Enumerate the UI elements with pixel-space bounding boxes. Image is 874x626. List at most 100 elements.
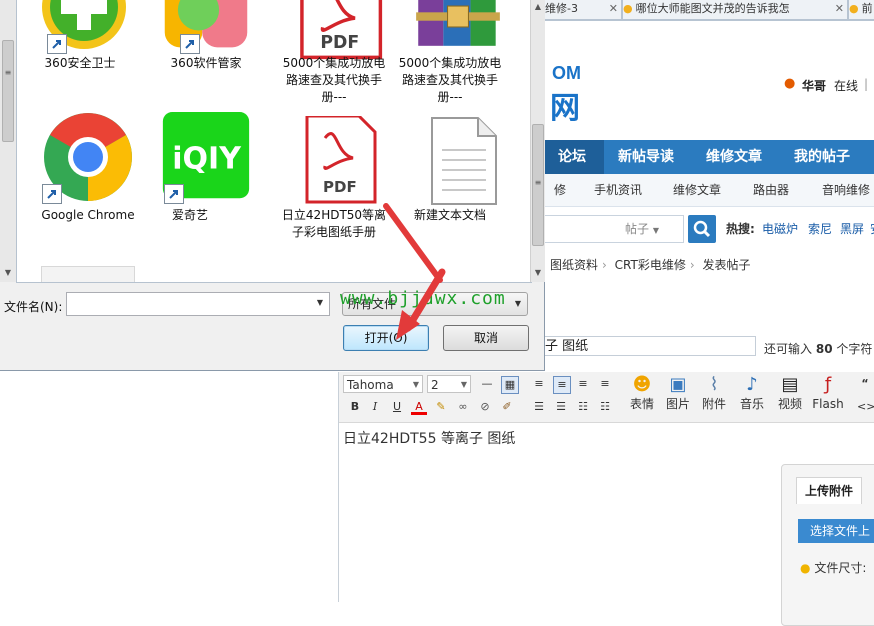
paperclip-icon: ⌇ bbox=[709, 374, 719, 395]
chevron-up-icon[interactable]: ▲ bbox=[531, 2, 545, 11]
shortcut-arrow-icon bbox=[180, 34, 200, 54]
table-icon[interactable]: ▦ bbox=[501, 376, 519, 394]
video-icon: ▤ bbox=[781, 374, 799, 395]
hot-search-link[interactable]: 安 bbox=[870, 220, 874, 237]
ordered-list-icon[interactable]: ☷ bbox=[575, 399, 591, 415]
horizontal-rule-icon[interactable]: — bbox=[479, 376, 495, 392]
char-remaining-prefix: 还可输入 bbox=[764, 342, 813, 356]
toolbar-item-label: 音乐 bbox=[739, 397, 764, 411]
file-name: 360安全卫士 bbox=[44, 56, 116, 70]
attachment-button[interactable]: ⌇ 附件 bbox=[697, 374, 731, 412]
editor-toolbar: Tahoma ▼ 2 ▼ — ▦ ≡ ≡ ≡ ≡ B I U A ✎ ∞ ⊘ ✐ ☰… bbox=[339, 372, 874, 423]
breadcrumb-item[interactable]: 图纸资料 bbox=[550, 258, 598, 272]
emoji-button[interactable]: ☻ 表情 bbox=[625, 374, 659, 412]
toolbar-item-label: 附件 bbox=[701, 397, 726, 411]
tab-label: 维修-3 bbox=[545, 2, 578, 15]
highlight-icon[interactable]: ✎ bbox=[433, 399, 449, 415]
search-type-select[interactable]: 帖子 ▼ bbox=[625, 220, 659, 237]
code-button[interactable]: <> bbox=[857, 399, 874, 415]
left-scrollbar[interactable]: ≡ ▼ bbox=[0, 0, 17, 282]
hot-search-link[interactable]: 黑屏 bbox=[840, 220, 864, 237]
close-icon[interactable]: ✕ bbox=[609, 0, 618, 18]
post-editor: Tahoma ▼ 2 ▼ — ▦ ≡ ≡ ≡ ≡ B I U A ✎ ∞ ⊘ ✐ ☰… bbox=[338, 372, 874, 626]
right-scrollbar[interactable]: ▲ ≡ ▼ bbox=[530, 0, 545, 282]
music-button[interactable]: ♪ 音乐 bbox=[735, 374, 769, 412]
scrollbar-thumb[interactable] bbox=[2, 40, 14, 142]
subnav-item[interactable]: 手机资讯 bbox=[594, 174, 642, 206]
subnav-item[interactable]: 维修文章 bbox=[673, 174, 721, 206]
lightbulb-icon: ● bbox=[623, 2, 633, 15]
chevron-down-icon[interactable]: ▼ bbox=[317, 298, 323, 307]
file-thumbnail[interactable] bbox=[41, 266, 135, 282]
divider: | bbox=[864, 77, 869, 91]
browser-tab[interactable]: ● 哪位大师能图文并茂的告诉我怎 ✕ bbox=[622, 0, 848, 20]
align-center-icon[interactable]: ≡ bbox=[553, 376, 571, 394]
smile-icon: ☻ bbox=[632, 374, 652, 395]
nav-new-posts[interactable]: 新帖导读 bbox=[608, 140, 684, 174]
nav-forum[interactable]: 论坛 bbox=[540, 140, 604, 174]
user-name[interactable]: 华哥 bbox=[802, 77, 826, 94]
toolbar-item-label: 图片 bbox=[665, 397, 690, 411]
subnav-item[interactable]: 修 bbox=[554, 174, 566, 206]
file-size-label: 文件尺寸: bbox=[814, 561, 867, 575]
format-brush-icon[interactable]: ✐ bbox=[499, 399, 515, 415]
toolbar-item-label: Flash bbox=[812, 397, 844, 411]
italic-button[interactable]: I bbox=[367, 399, 383, 415]
video-button[interactable]: ▤ 视频 bbox=[773, 374, 807, 412]
font-family-select[interactable]: Tahoma ▼ bbox=[343, 375, 423, 393]
shortcut-arrow-icon bbox=[47, 34, 67, 54]
outdent-icon[interactable]: ☰ bbox=[553, 399, 569, 415]
char-remaining: 还可输入 80 个字符 bbox=[764, 340, 872, 357]
chevron-down-icon: ▼ bbox=[412, 380, 419, 389]
filename-input[interactable]: ▼ bbox=[66, 292, 330, 316]
winrar-archive-icon bbox=[416, 0, 500, 46]
shortcut-arrow-icon bbox=[164, 184, 184, 204]
text-document-icon bbox=[431, 117, 497, 205]
align-right-icon[interactable]: ≡ bbox=[575, 376, 591, 392]
font-color-button[interactable]: A bbox=[411, 399, 427, 415]
breadcrumb-item: 发表帖子 bbox=[702, 258, 751, 272]
flash-button[interactable]: ƒ Flash bbox=[811, 374, 845, 412]
tab-upload-attachment[interactable]: 上传附件 bbox=[796, 477, 862, 504]
close-icon[interactable]: ✕ bbox=[835, 0, 844, 18]
nav-my-posts[interactable]: 我的帖子 bbox=[784, 140, 860, 174]
chevron-down-icon[interactable]: ▼ bbox=[1, 268, 15, 277]
search-type-label: 帖子 bbox=[625, 222, 650, 236]
underline-button[interactable]: U bbox=[389, 399, 405, 415]
chevron-down-icon[interactable]: ▼ bbox=[531, 268, 545, 277]
editor-content[interactable]: 日立42HDT55 等离子 图纸 bbox=[343, 428, 515, 448]
align-justify-icon[interactable]: ≡ bbox=[597, 376, 613, 392]
site-header: OM 网 ● 华哥 在线 | bbox=[540, 21, 874, 140]
hot-search-link[interactable]: 电磁炉 bbox=[762, 220, 798, 237]
breadcrumb-item[interactable]: CRT彩电维修 bbox=[615, 258, 686, 272]
search-input[interactable]: 帖子 ▼ bbox=[540, 215, 684, 243]
hot-search-link[interactable]: 索尼 bbox=[808, 220, 832, 237]
breadcrumb: 图纸资料 › CRT彩电维修 › 发表帖子 bbox=[550, 256, 755, 276]
indent-icon[interactable]: ☰ bbox=[531, 399, 547, 415]
select-file-button[interactable]: 选择文件上 bbox=[798, 519, 874, 543]
align-left-icon[interactable]: ≡ bbox=[531, 376, 547, 392]
font-size-select[interactable]: 2 ▼ bbox=[427, 375, 471, 393]
tab-label: 哪位大师能图文并茂的告诉我怎 bbox=[635, 2, 790, 15]
music-icon: ♪ bbox=[746, 374, 758, 395]
font-family-value: Tahoma bbox=[347, 378, 394, 392]
browser-tab[interactable]: ● 前 bbox=[848, 0, 874, 20]
search-button[interactable] bbox=[688, 215, 716, 243]
subnav-item[interactable]: 音响维修 bbox=[822, 174, 870, 206]
bold-button[interactable]: B bbox=[347, 399, 363, 415]
nav-repair-articles[interactable]: 维修文章 bbox=[696, 140, 772, 174]
link-icon[interactable]: ∞ bbox=[455, 399, 471, 415]
post-title-input[interactable]: 子 图纸 bbox=[540, 336, 756, 356]
unlink-icon[interactable]: ⊘ bbox=[477, 399, 493, 415]
file-name: 5000个集成功放电路速查及其代换手册--- bbox=[282, 56, 386, 104]
360-software-manager-icon bbox=[164, 0, 248, 48]
subnav-item[interactable]: 路由器 bbox=[753, 174, 789, 206]
quote-button[interactable]: “ bbox=[857, 376, 873, 392]
unordered-list-icon[interactable]: ☷ bbox=[597, 399, 613, 415]
online-status: 在线 bbox=[834, 79, 859, 93]
browser-tab[interactable]: 维修-3 ✕ bbox=[544, 0, 622, 20]
image-button[interactable]: ▣ 图片 bbox=[661, 374, 695, 412]
pdf-badge: PDF bbox=[320, 33, 359, 53]
char-remaining-count: 80 bbox=[815, 342, 833, 356]
search-bar: 帖子 ▼ 热搜: 电磁炉 索尼 黑屏 安 bbox=[540, 207, 874, 251]
